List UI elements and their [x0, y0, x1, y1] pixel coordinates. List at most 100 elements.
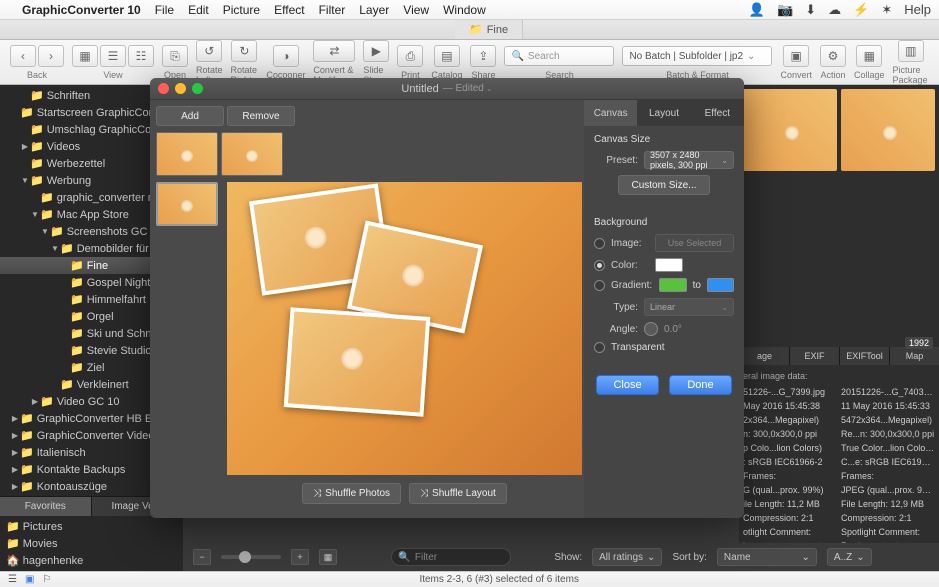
rotate-right-button[interactable]: ↻ — [231, 40, 257, 62]
menu-edit[interactable]: Edit — [188, 3, 209, 17]
menu-download-icon[interactable]: ⬇ — [805, 2, 816, 18]
convert-button[interactable]: ▣ — [783, 45, 809, 67]
toolbar-search[interactable]: 🔍Search — [504, 46, 614, 66]
collage-photo[interactable] — [284, 307, 431, 417]
show-select[interactable]: All ratings⌄ — [592, 548, 662, 566]
app-name[interactable]: GraphicConverter 10 — [22, 3, 141, 17]
view-list-button[interactable]: ☰ — [100, 45, 126, 67]
gradient-from-swatch[interactable] — [659, 278, 686, 292]
zoom-out-button[interactable]: − — [193, 549, 211, 565]
disclosure-arrow-icon[interactable]: ▶ — [30, 397, 40, 406]
forward-button[interactable]: › — [38, 45, 64, 67]
share-button[interactable]: ⇪ — [470, 45, 496, 67]
add-button[interactable]: Add — [156, 106, 224, 126]
zoom-slider[interactable] — [221, 555, 281, 559]
disclosure-arrow-icon[interactable]: ▼ — [40, 227, 50, 236]
sidebar-tab-favorites[interactable]: Favorites — [0, 497, 92, 516]
menu-star-icon[interactable]: ✶ — [881, 2, 892, 18]
chevron-down-icon[interactable]: ⌄ — [486, 84, 493, 93]
shuffle-layout-button[interactable]: ⤨Shuffle Layout — [409, 483, 507, 504]
tab-effect[interactable]: Effect — [691, 100, 744, 126]
folder-icon: 📁 — [469, 23, 483, 36]
menu-filter[interactable]: Filter — [319, 3, 346, 17]
window-tab-fine[interactable]: 📁 Fine — [455, 20, 523, 39]
menu-user-icon[interactable]: 👤 — [749, 2, 765, 18]
action-button[interactable]: ⚙ — [820, 45, 846, 67]
gradient-to-swatch[interactable] — [707, 278, 734, 292]
sort-select[interactable]: Name⌄ — [717, 548, 817, 566]
menu-bolt-icon[interactable]: ⚡ — [853, 2, 869, 18]
tab-canvas[interactable]: Canvas — [584, 100, 637, 126]
order-select[interactable]: A..Z⌄ — [827, 548, 872, 566]
tab-layout[interactable]: Layout — [637, 100, 690, 126]
remove-button[interactable]: Remove — [227, 106, 295, 126]
angle-dial[interactable] — [644, 322, 658, 336]
menu-picture[interactable]: Picture — [223, 3, 260, 17]
disclosure-arrow-icon[interactable]: ▼ — [50, 244, 60, 253]
cocooner-button[interactable]: ◑ — [273, 45, 299, 67]
filter-input[interactable]: 🔍Filter — [391, 548, 511, 566]
menu-view[interactable]: View — [403, 3, 429, 17]
zoom-in-button[interactable]: + — [291, 549, 309, 565]
menu-effect[interactable]: Effect — [274, 3, 304, 17]
menu-file[interactable]: File — [155, 3, 174, 17]
slideshow-button[interactable]: ▶ — [363, 40, 389, 62]
menu-layer[interactable]: Layer — [359, 3, 389, 17]
close-window-button[interactable] — [158, 83, 169, 94]
view-columns-button[interactable]: ☷ — [128, 45, 154, 67]
bg-image-radio[interactable] — [594, 238, 605, 249]
picture-package-button[interactable]: ▥ — [898, 40, 924, 62]
zoom-window-button[interactable] — [192, 83, 203, 94]
disclosure-arrow-icon[interactable]: ▼ — [30, 210, 40, 219]
disclosure-arrow-icon[interactable]: ▶ — [10, 414, 20, 423]
close-button[interactable]: Close — [596, 375, 659, 395]
menu-camera-icon[interactable]: 📷 — [777, 2, 793, 18]
gradient-type-select[interactable]: Linear⌄ — [644, 298, 734, 316]
favorite-item[interactable]: 📁Movies — [0, 535, 183, 552]
catalog-button[interactable]: ▤ — [434, 45, 460, 67]
print-button[interactable]: ⎙ — [397, 45, 423, 67]
view-grid-button[interactable]: ▦ — [72, 45, 98, 67]
bg-color-radio[interactable] — [594, 260, 605, 271]
disclosure-arrow-icon[interactable]: ▼ — [20, 176, 30, 185]
thumbnail[interactable] — [841, 89, 935, 171]
disclosure-arrow-icon[interactable]: ▶ — [10, 465, 20, 474]
batch-format-select[interactable]: No Batch | Subfolder | jp2⌄ — [622, 46, 772, 66]
status-list-icon[interactable]: ☰ — [8, 574, 17, 585]
source-thumbnail[interactable] — [221, 132, 283, 176]
exif-tab-exiftool[interactable]: EXIFTool — [839, 347, 889, 365]
status-grid-icon[interactable]: ▣ — [25, 574, 34, 585]
collage-button[interactable]: ▦ — [856, 45, 882, 67]
menu-cloud-icon[interactable]: ☁ — [828, 2, 841, 18]
menu-window[interactable]: Window — [443, 3, 486, 17]
convert-modify-button[interactable]: ⇄ — [313, 40, 355, 62]
favorite-item[interactable]: 📁Pictures — [0, 518, 183, 535]
grid-toggle-button[interactable]: ▦ — [319, 549, 337, 565]
disclosure-arrow-icon[interactable]: ▶ — [20, 142, 30, 151]
bg-gradient-radio[interactable] — [594, 280, 605, 291]
color-swatch[interactable] — [655, 258, 683, 272]
minimize-window-button[interactable] — [175, 83, 186, 94]
source-thumbnail-selected[interactable] — [156, 182, 218, 226]
exif-tab-exif[interactable]: EXIF — [789, 347, 839, 365]
disclosure-arrow-icon[interactable]: ▶ — [10, 431, 20, 440]
preset-select[interactable]: 3507 x 2480 pixels, 300 ppi⌄ — [644, 151, 734, 169]
thumbnail[interactable] — [743, 89, 837, 171]
status-tag-icon[interactable]: ⚐ — [42, 574, 51, 585]
custom-size-button[interactable]: Custom Size... — [618, 175, 709, 195]
favorite-item[interactable]: 🏠hagenhenke — [0, 552, 183, 569]
open-button[interactable]: ⎘ — [162, 45, 188, 67]
shuffle-photos-button[interactable]: ⤨Shuffle Photos — [302, 483, 401, 504]
menu-help[interactable]: Help — [904, 2, 931, 18]
modal-titlebar[interactable]: Untitled — Edited ⌄ — [150, 78, 744, 100]
exif-tab-map[interactable]: Map — [889, 347, 939, 365]
rotate-left-button[interactable]: ↺ — [196, 40, 222, 62]
disclosure-arrow-icon[interactable]: ▶ — [10, 448, 20, 457]
disclosure-arrow-icon[interactable]: ▶ — [10, 482, 20, 491]
bg-transparent-radio[interactable] — [594, 342, 605, 353]
done-button[interactable]: Done — [669, 375, 732, 395]
back-button[interactable]: ‹ — [10, 45, 36, 67]
collage-canvas[interactable] — [227, 182, 582, 475]
exif-tab-image[interactable]: age — [739, 347, 789, 365]
source-thumbnail[interactable] — [156, 132, 218, 176]
